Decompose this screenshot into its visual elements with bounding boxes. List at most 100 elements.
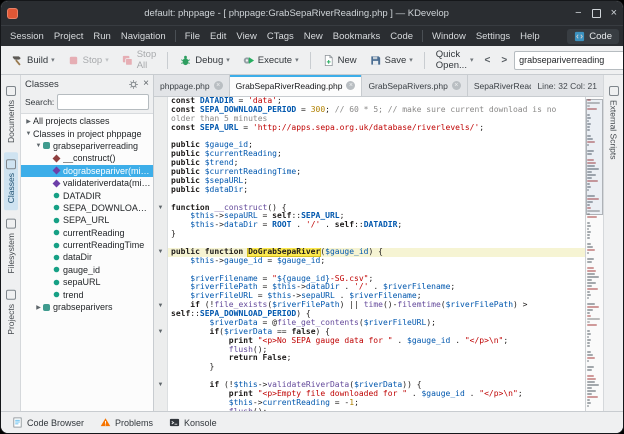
code-line[interactable]: ▼public function DoGrabSepaRiver($gauge_… [154,248,585,257]
code-line[interactable]: print "<p>No SEPA gauge data for " . $ga… [154,337,585,346]
menu-ctags[interactable]: CTags [262,29,299,44]
code-line[interactable]: flush(); [154,346,585,355]
code-line[interactable] [154,372,585,381]
close-icon[interactable]: × [611,8,617,19]
tree-item-sepa-download-period[interactable]: SEPA_DOWNLOAD_PERIOD [21,202,153,214]
code-line[interactable]: public $currentReading; [154,150,585,159]
code-line[interactable]: $riverFileURL = $this->sepaURL . $riverF… [154,292,585,301]
dock-tab-documents[interactable]: Documents [4,79,18,150]
statusbar-item-code-browser[interactable]: Code Browser [6,415,90,430]
tree-item-validateriverdata-mixed[interactable]: validateriverdata(mixed) [21,177,153,189]
code-line[interactable]: $this->sepaURL = self::SEPA_URL; [154,212,585,221]
search-input[interactable] [519,55,624,65]
tree-item-classes-in-project-phppage[interactable]: ▼Classes in project phppage [21,127,153,139]
tab-close-icon[interactable]: × [346,81,355,90]
tree-item-grabsepariverreading[interactable]: ▼grabsepariverreading [21,140,153,152]
tree-item-datadir[interactable]: dataDir [21,251,153,263]
dock-tab-projects[interactable]: Projects [4,283,18,342]
tree-item-sepa-url[interactable]: SEPA_URL [21,214,153,226]
tree-item-currentreadingtime[interactable]: currentReadingTime [21,239,153,251]
code-line[interactable]: public $dataDir; [154,186,585,195]
code-line[interactable]: $this->currentReading = -1; [154,399,585,408]
code-line[interactable]: $riverFilePath = $this->dataDir . '/' . … [154,283,585,292]
editor-tab-separiverreadinghistory-php[interactable]: SepaRiverReadingHistory.php× [468,75,532,96]
panel-close-icon[interactable]: × [143,79,149,89]
fold-arrow-icon[interactable]: ▼ [154,328,168,337]
tree-item-datadir[interactable]: DATADIR [21,189,153,201]
fold-arrow-icon[interactable]: ▼ [154,204,168,213]
menu-project[interactable]: Project [49,29,89,44]
menu-window[interactable]: Window [427,29,471,44]
menu-bookmarks[interactable]: Bookmarks [328,29,386,44]
classes-search-input[interactable] [57,94,149,110]
tree-item-dograbsepariver-mixed[interactable]: dograbsepariver(mixed) [21,165,153,177]
search-next-button[interactable]: > [497,54,511,67]
toolbar-button-debug[interactable]: Debug▾ [174,52,235,69]
minimap-scrollbar[interactable] [585,97,603,411]
code-line[interactable]: public $trend; [154,159,585,168]
search-prev-button[interactable]: < [480,54,494,67]
menu-view[interactable]: View [231,29,261,44]
tree-item-currentreading[interactable]: currentReading [21,227,153,239]
expander-open-icon[interactable]: ▼ [34,143,43,149]
dock-tab-external-scripts[interactable]: External Scripts [607,79,621,167]
code-line[interactable]: older than 5 minutes [154,115,585,124]
area-switcher-code[interactable]: Code [567,29,619,44]
code-line[interactable]: $this->gauge_id = $gauge_id; [154,257,585,266]
code-line[interactable]: print "<p>Empty file downloaded for " . … [154,390,585,399]
code-line[interactable]: const SEPA_URL = 'http://apps.sepa.org.u… [154,124,585,133]
menu-code[interactable]: Code [385,29,418,44]
editor-tab-phppage-php[interactable]: phppage.php× [154,75,230,96]
minimize-icon[interactable]: − [575,8,581,19]
code-line[interactable] [154,133,585,142]
statusbar-item-problems[interactable]: Problems [94,415,159,430]
tab-close-icon[interactable]: × [452,81,461,90]
code-line[interactable]: ▼ if (!$this->validateRiverData($riverDa… [154,381,585,390]
menu-session[interactable]: Session [5,29,49,44]
code-line[interactable]: const SEPA_DOWNLOAD_PERIOD = 300; // 60 … [154,106,585,115]
editor-tab-grabseparivers-php[interactable]: GrabSepaRivers.php× [362,75,467,96]
code-line[interactable]: ▼ if (!file_exists($riverFilePath) || ti… [154,301,585,310]
code-line[interactable]: $riverFilename = "${gauge_id}-SG.csv"; [154,275,585,284]
fold-arrow-icon[interactable]: ▼ [154,248,168,257]
code-line[interactable]: public $sepaURL; [154,177,585,186]
tab-close-icon[interactable]: × [214,81,223,90]
tree-item-all-projects-classes[interactable]: ▶All projects classes [21,115,153,127]
code-line[interactable] [154,195,585,204]
toolbar-button-execute[interactable]: Execute▾ [237,52,304,69]
code-line[interactable]: ▼function __construct() { [154,204,585,213]
code-line[interactable] [154,266,585,275]
code-area[interactable]: const DATADIR = 'data';const SEPA_DOWNLO… [154,97,585,411]
expander-closed-icon[interactable]: ▶ [24,118,33,125]
menu-run[interactable]: Run [88,29,115,44]
titlebar[interactable]: default: phppage - [ phppage:GrabSepaRiv… [1,1,623,25]
tree-item-trend[interactable]: trend [21,288,153,300]
minimap-view-rect[interactable] [586,99,603,215]
maximize-icon[interactable] [592,9,601,18]
fold-arrow-icon[interactable]: ▼ [154,301,168,310]
toolbar-button-new[interactable]: New [317,52,362,69]
code-line[interactable]: } [154,363,585,372]
code-line[interactable]: $this->dataDir = ROOT . '/' . self::DATA… [154,221,585,230]
menu-edit[interactable]: Edit [205,29,231,44]
fold-arrow-icon[interactable]: ▼ [154,381,168,390]
tree-item-sepaurl[interactable]: sepaURL [21,276,153,288]
menu-settings[interactable]: Settings [471,29,515,44]
code-line[interactable]: return False; [154,354,585,363]
editor-tab-grabsepariverreading-php[interactable]: GrabSepaRiverReading.php× [230,75,363,96]
tree-item-grabseparivers[interactable]: ▶grabseparivers [21,301,153,313]
code-line[interactable]: const DATADIR = 'data'; [154,97,585,106]
code-line[interactable]: ▼ if($riverData == false) { [154,328,585,337]
statusbar-item-konsole[interactable]: Konsole [163,415,223,430]
menu-navigation[interactable]: Navigation [116,29,171,44]
code-line[interactable] [154,239,585,248]
dock-tab-classes[interactable]: Classes [4,152,18,210]
code-line[interactable]: self::SEPA_DOWNLOAD_PERIOD) { [154,310,585,319]
toolbar-button-build[interactable]: Build▾ [6,52,60,69]
gear-icon[interactable] [128,79,139,90]
toolbar-button-quick-open[interactable]: Quick Open...▾ [431,47,479,73]
code-line[interactable]: } [154,230,585,239]
dock-tab-filesystem[interactable]: Filesystem [4,212,18,281]
tree-item-construct[interactable]: __construct() [21,152,153,164]
expander-closed-icon[interactable]: ▶ [34,304,43,311]
